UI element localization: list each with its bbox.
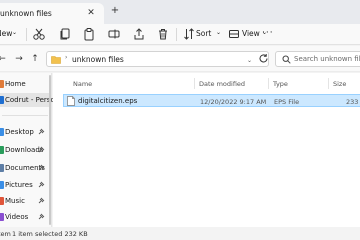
column-divider[interactable]: [328, 78, 329, 89]
toolbar-divider: [26, 28, 27, 41]
view-icon: [229, 30, 239, 38]
sidebar-item-label: Music: [5, 197, 25, 205]
pin-icon[interactable]: [38, 146, 45, 153]
file-icon: [67, 96, 75, 106]
copy-icon[interactable]: [58, 27, 72, 41]
videos-icon: [0, 213, 4, 221]
delete-icon[interactable]: [156, 27, 170, 41]
cut-icon[interactable]: [32, 27, 46, 41]
new-tab-button[interactable]: +: [109, 5, 121, 17]
chevron-down-icon: ⌄: [216, 29, 222, 36]
pin-icon[interactable]: [38, 181, 45, 188]
file-date-modified: 12/20/2022 9:17 AM: [200, 97, 267, 106]
sort-label: Sort: [196, 29, 212, 38]
music-icon: [0, 197, 4, 205]
cloud-icon: [0, 96, 4, 104]
toolbar-divider: [176, 28, 177, 41]
status-bar: 1 item 1 item selected 232 KB: [0, 227, 360, 240]
documents-icon: [0, 164, 4, 172]
pictures-icon: [0, 181, 4, 189]
breadcrumb-unknown-files[interactable]: unknown files: [72, 55, 124, 64]
close-tab-icon[interactable]: ✕: [85, 7, 97, 19]
pin-icon[interactable]: [38, 213, 45, 220]
column-header-size[interactable]: Size: [333, 80, 346, 88]
desktop-icon: [0, 128, 4, 136]
address-dropdown-icon[interactable]: ⌄: [247, 57, 252, 64]
file-type: EPS File: [274, 97, 300, 106]
tab-unknown-files[interactable]: unknown files ✕: [0, 3, 104, 24]
search-input[interactable]: [294, 53, 360, 65]
refresh-icon[interactable]: [258, 53, 269, 64]
sidebar-item-onedrive[interactable]: Codrut - Person: [0, 93, 59, 107]
address-bar-row: ← → ↑ › unknown files ⌄: [0, 46, 360, 72]
search-icon: [282, 55, 291, 64]
folder-icon: [51, 56, 61, 64]
column-divider[interactable]: [268, 78, 269, 89]
sidebar-item-label: Home: [5, 80, 26, 88]
sidebar-item-documents[interactable]: Documents: [0, 161, 51, 175]
sidebar-scrollbar[interactable]: [49, 75, 51, 225]
pin-icon[interactable]: [38, 197, 45, 204]
sidebar-item-label: Videos: [5, 213, 29, 221]
file-name: digitalcitizen.eps: [78, 97, 138, 105]
paste-icon[interactable]: [82, 27, 96, 41]
sidebar-item-home[interactable]: Home: [0, 77, 51, 91]
column-header-date-modified[interactable]: Date modified: [199, 80, 245, 88]
sort-icon: [184, 28, 194, 40]
file-list: Name Date modified Type Size digitalciti…: [53, 73, 360, 227]
sidebar-item-label: Codrut - Person: [5, 96, 60, 104]
command-toolbar: New ⌄ Sort ⌄: [0, 24, 360, 45]
forward-button[interactable]: →: [13, 53, 25, 65]
column-divider[interactable]: [194, 78, 195, 89]
sidebar-item-downloads[interactable]: Downloads: [0, 143, 51, 157]
sidebar-item-desktop[interactable]: Desktop: [0, 125, 51, 139]
downloads-icon: [0, 146, 4, 154]
rename-icon[interactable]: [107, 27, 121, 41]
view-label: View: [242, 29, 260, 38]
column-header-type[interactable]: Type: [273, 80, 288, 88]
table-row[interactable]: digitalcitizen.eps 12/20/2022 9:17 AM EP…: [63, 94, 360, 107]
title-bar: unknown files ✕ +: [0, 0, 360, 24]
more-options-icon[interactable]: ···: [262, 29, 274, 38]
sidebar-item-pictures[interactable]: Pictures: [0, 178, 51, 192]
address-field[interactable]: › unknown files: [46, 51, 269, 67]
navigation-pane: Home Codrut - Person Desktop Downloads D…: [0, 73, 59, 227]
search-box[interactable]: [275, 51, 360, 67]
file-size: 233: [346, 97, 359, 106]
share-icon[interactable]: [132, 27, 146, 41]
up-button[interactable]: ↑: [29, 53, 41, 65]
sidebar-item-videos[interactable]: Videos: [0, 210, 51, 224]
tab-title: unknown files: [0, 9, 52, 18]
new-button-label: New: [0, 29, 13, 38]
status-selected-info: 1 item selected 232 KB: [12, 230, 88, 238]
home-icon: [0, 80, 4, 88]
pin-icon[interactable]: [38, 164, 45, 171]
sidebar-item-label: Desktop: [5, 128, 34, 136]
breadcrumb-separator: ›: [65, 54, 68, 61]
sidebar-item-music[interactable]: Music: [0, 194, 51, 208]
new-button[interactable]: New ⌄: [0, 29, 17, 38]
back-button[interactable]: ←: [0, 53, 8, 65]
sidebar-divider: [2, 115, 48, 116]
status-item-count: 1 item: [0, 230, 11, 238]
pin-icon[interactable]: [38, 128, 45, 135]
sidebar-item-label: Pictures: [5, 181, 33, 189]
chevron-down-icon: ⌄: [12, 29, 18, 36]
column-header-name[interactable]: Name: [73, 80, 92, 88]
